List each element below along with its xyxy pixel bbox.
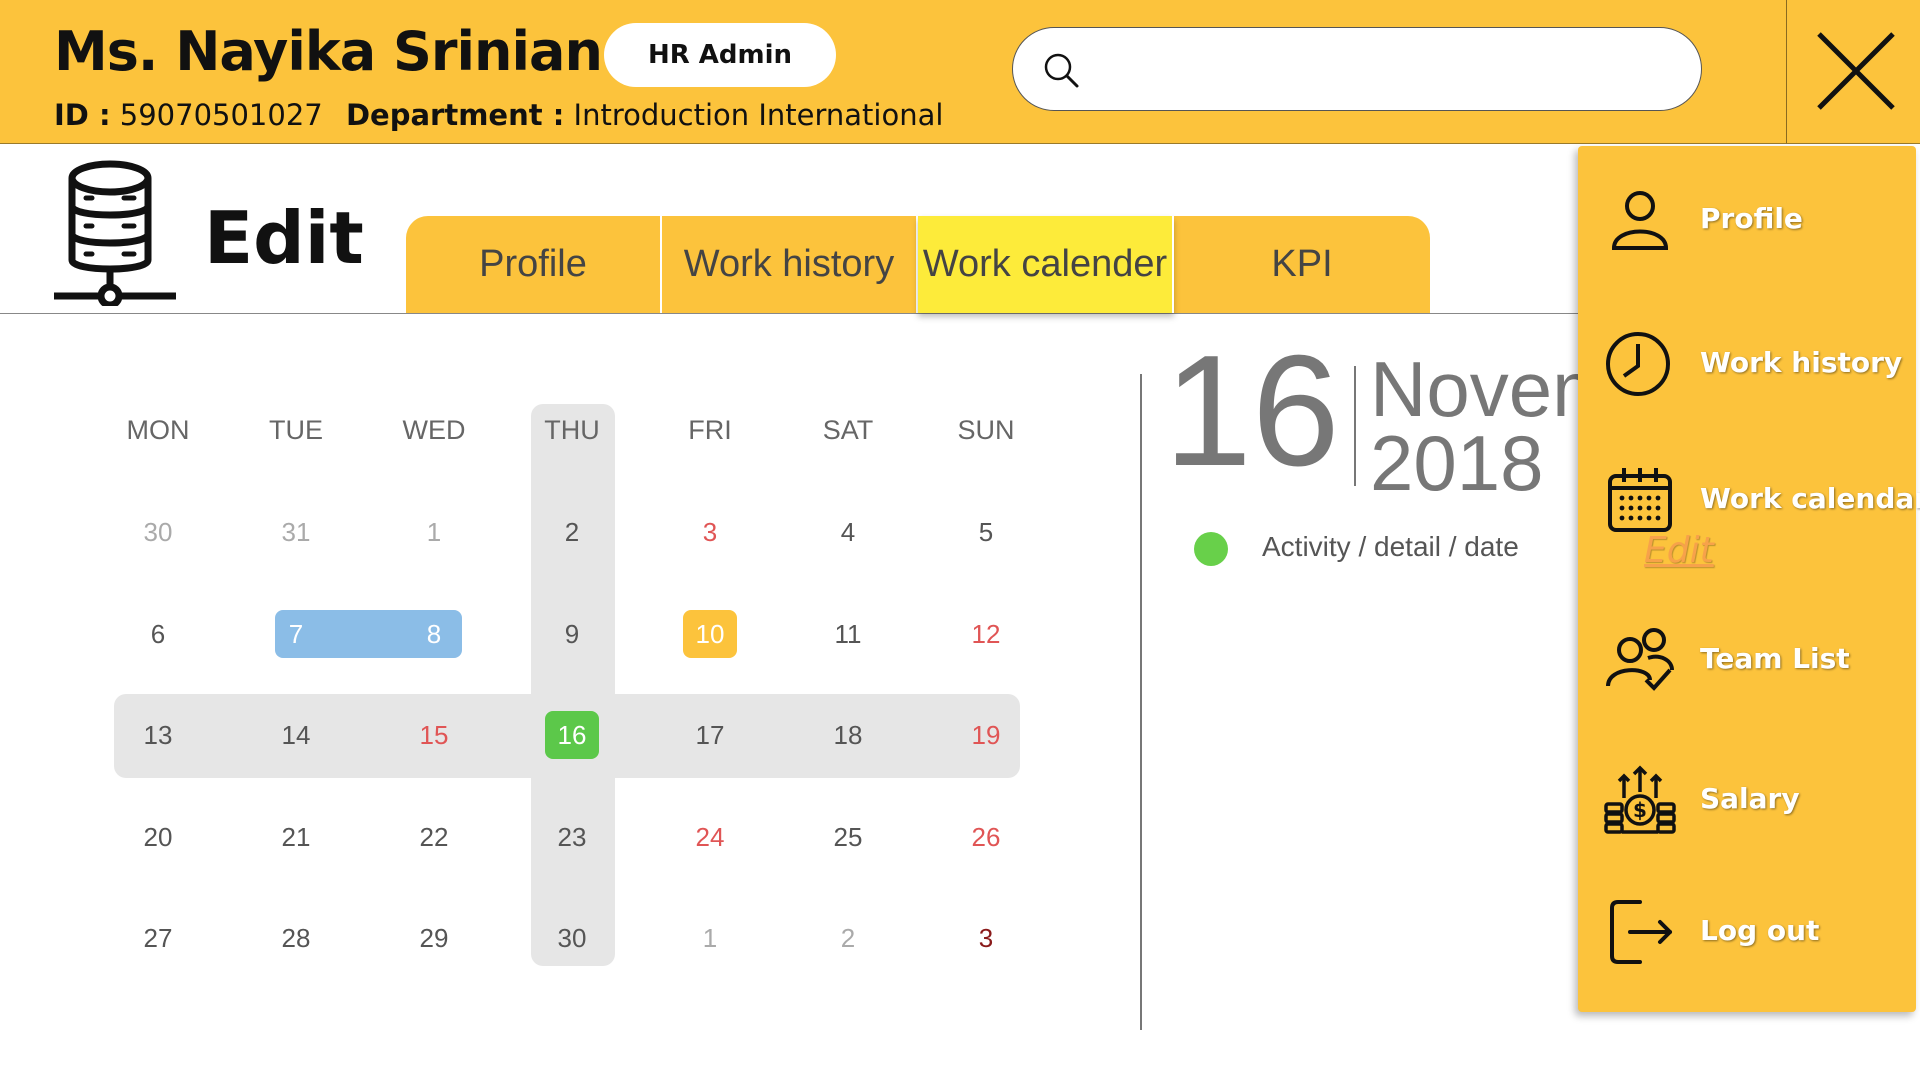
calendar-day[interactable]: 10 (683, 610, 737, 658)
calendar-day[interactable]: 19 (956, 711, 1016, 759)
weekday-header-fri: FRI (688, 415, 732, 445)
menu-label-log-out: Log out (1700, 914, 1820, 947)
calendar-day[interactable]: 31 (266, 508, 326, 556)
menu-label-work-calendar: Work calendar (1700, 482, 1920, 515)
calendar-day[interactable]: 14 (266, 711, 326, 759)
calendar-day[interactable]: 24 (680, 813, 740, 861)
search-box[interactable] (1012, 27, 1702, 111)
activity-status-dot (1194, 532, 1228, 566)
logout-icon (1610, 900, 1672, 964)
calendar-day[interactable]: 30 (128, 508, 188, 556)
menu-label-profile: Profile (1700, 202, 1803, 235)
calendar-day[interactable]: 27 (128, 914, 188, 962)
calendar-day[interactable]: 2 (542, 508, 602, 556)
calendar-day[interactable]: 16 (545, 711, 599, 759)
menu-item-log-out[interactable]: Log out (1578, 884, 1916, 980)
calendar-day[interactable]: 22 (404, 813, 464, 861)
selected-year: 2018 (1370, 419, 1544, 507)
calendar-day[interactable]: 9 (542, 610, 602, 658)
weekday-header-wed: WED (402, 415, 466, 445)
svg-text:$: $ (1633, 798, 1647, 822)
menu-item-work-calendar[interactable]: Work calendar (1578, 452, 1920, 548)
calendar-day[interactable]: 4 (818, 508, 878, 556)
calendar-day[interactable]: 30 (542, 914, 602, 962)
calendar-day[interactable]: 18 (818, 711, 878, 759)
close-button[interactable] (1786, 0, 1920, 143)
today-column-highlight (531, 404, 615, 966)
menu-item-profile[interactable]: Profile (1578, 172, 1916, 268)
calendar-day[interactable]: 26 (956, 813, 1016, 861)
calendar-day[interactable]: 25 (818, 813, 878, 861)
tab-work-calender[interactable]: Work calender (918, 216, 1174, 313)
activity-text[interactable]: Activity / detail / date (1262, 531, 1519, 563)
calendar-day[interactable]: 12 (956, 610, 1016, 658)
calendar-day[interactable]: 28 (266, 914, 326, 962)
weekday-header-thu: THU (544, 415, 600, 445)
calendar-day[interactable]: 3 (680, 508, 740, 556)
menu-label-salary: Salary (1700, 782, 1800, 815)
calendar-day[interactable]: 20 (128, 813, 188, 861)
selected-day: 16 (1164, 323, 1340, 499)
calendar-day[interactable]: 7 (266, 610, 326, 658)
clock-icon (1606, 332, 1670, 396)
user-icon (1611, 191, 1669, 250)
menu-edit-link[interactable]: Edit (1644, 530, 1714, 571)
calendar-day[interactable]: 2 (818, 914, 878, 962)
calendar-day[interactable]: 1 (680, 914, 740, 962)
panel-divider (1140, 374, 1142, 1030)
date-separator (1354, 366, 1356, 486)
calendar-day[interactable]: 8 (404, 610, 464, 658)
menu-item-salary[interactable]: $ Salary (1578, 752, 1916, 848)
calendar-day[interactable]: 6 (128, 610, 188, 658)
calendar-day[interactable]: 17 (680, 711, 740, 759)
tab-kpi[interactable]: KPI (1174, 216, 1430, 313)
calendar-icon (1608, 468, 1672, 532)
weekday-header-tue: TUE (269, 415, 323, 445)
close-icon[interactable] (1815, 30, 1897, 112)
menu-item-work-history[interactable]: Work history (1578, 316, 1916, 412)
team-icon (1606, 628, 1674, 691)
menu-label-work-history: Work history (1700, 346, 1903, 379)
calendar: MON TUE WED THU FRI SAT SUN 30 31 1 2 3 4 5 6 7 8 9 10 11 12… (0, 0, 1100, 1080)
calendar-day[interactable]: 23 (542, 813, 602, 861)
calendar-day[interactable]: 11 (818, 610, 878, 658)
weekday-header-mon: MON (126, 415, 190, 445)
weekday-header-sun: SUN (957, 415, 1015, 445)
calendar-day[interactable]: 5 (956, 508, 1016, 556)
search-input[interactable] (1095, 40, 1679, 100)
calendar-day[interactable]: 13 (128, 711, 188, 759)
menu-label-team-list: Team List (1700, 642, 1850, 675)
menu-item-team-list[interactable]: Team List (1578, 612, 1916, 708)
calendar-day[interactable]: 29 (404, 914, 464, 962)
salary-icon: $ (1604, 765, 1676, 834)
weekday-header-sat: SAT (822, 415, 874, 445)
calendar-day[interactable]: 15 (404, 711, 464, 759)
nav-dropdown-menu: Profile Work history Work calendar Edit … (1578, 146, 1920, 1012)
calendar-day[interactable]: 21 (266, 813, 326, 861)
calendar-day[interactable]: 3 (956, 914, 1016, 962)
calendar-day[interactable]: 1 (404, 508, 464, 556)
